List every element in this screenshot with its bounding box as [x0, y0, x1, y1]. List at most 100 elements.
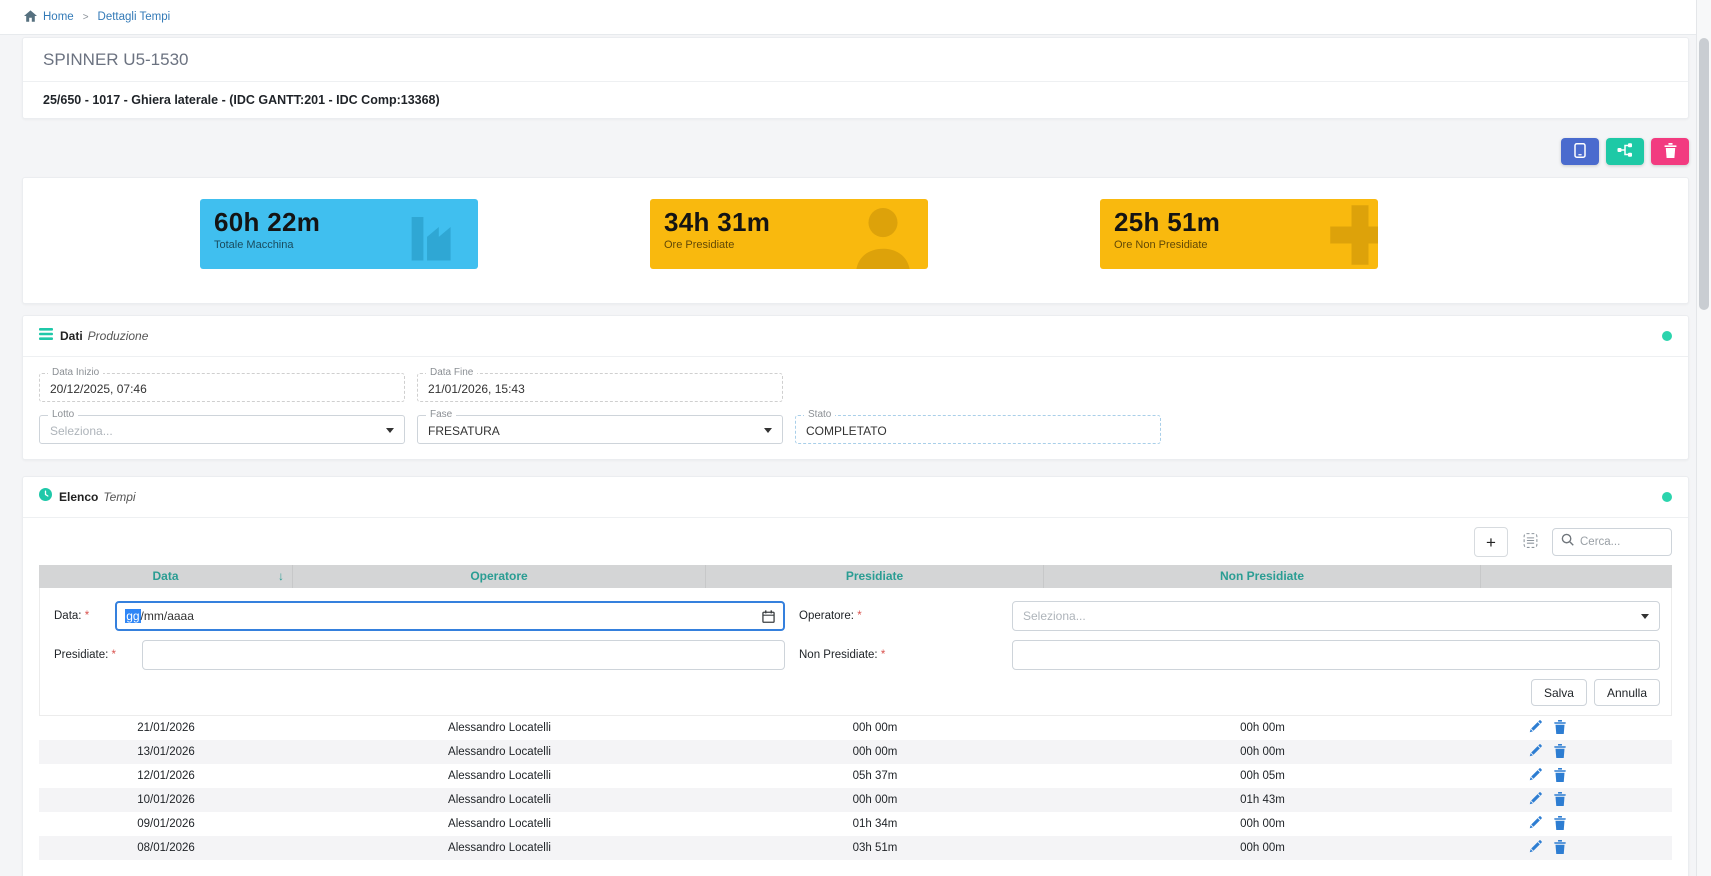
field-label: Stato: [804, 409, 835, 420]
row-operator: Alessandro Locatelli: [293, 794, 706, 806]
edit-row-button[interactable]: [1529, 816, 1542, 832]
column-header-operatore[interactable]: Operatore: [293, 565, 706, 588]
delete-row-button[interactable]: [1554, 744, 1566, 761]
stato-field: Stato COMPLETATO: [795, 415, 1161, 444]
row-non-presidiate: 00h 00m: [1044, 842, 1481, 854]
stat-card-ore-non-presidiate: 25h 51m Ore Non Presidiate: [1100, 199, 1378, 269]
operatore-select[interactable]: Seleziona...: [1012, 601, 1660, 631]
production-panel: Dati Produzione Data Inizio 20/12/2025, …: [22, 315, 1689, 460]
edit-row-button[interactable]: [1529, 720, 1542, 736]
stat-card-totale-macchina: 60h 22m Totale Macchina: [200, 199, 478, 269]
delete-button[interactable]: [1651, 138, 1689, 165]
column-header-data[interactable]: Data ↓: [39, 565, 293, 588]
row-date: 09/01/2026: [39, 818, 293, 830]
section-title: Elenco: [59, 490, 98, 504]
table-row: 21/01/2026 Alessandro Locatelli 00h 00m …: [39, 716, 1672, 740]
row-non-presidiate: 01h 43m: [1044, 794, 1481, 806]
sort-descending-icon[interactable]: ↓: [278, 565, 284, 588]
field-value: Seleziona...: [50, 424, 113, 438]
tablet-icon: [1572, 142, 1588, 162]
row-non-presidiate: 00h 05m: [1044, 770, 1481, 782]
row-non-presidiate: 00h 00m: [1044, 722, 1481, 734]
fase-select[interactable]: Fase FRESATURA: [417, 415, 783, 444]
row-operator: Alessandro Locatelli: [293, 770, 706, 782]
trash-row-icon: [1554, 768, 1566, 785]
tablet-button[interactable]: [1561, 138, 1599, 165]
times-header: Elenco Tempi: [23, 477, 1688, 517]
presidiate-field-label: Presidiate: *: [40, 649, 116, 661]
page-actions: [22, 138, 1689, 165]
edit-row-button[interactable]: [1529, 768, 1542, 784]
times-toolbar: +: [23, 518, 1688, 565]
data-field-label: Data: *: [40, 610, 89, 622]
row-date: 12/01/2026: [39, 770, 293, 782]
row-non-presidiate: 00h 00m: [1044, 746, 1481, 758]
field-label: Fase: [426, 409, 456, 420]
pencil-icon: [1529, 768, 1542, 784]
save-button[interactable]: Salva: [1531, 679, 1587, 706]
times-table-header: Data ↓ Operatore Presidiate Non Presidia…: [39, 565, 1672, 588]
row-operator: Alessandro Locatelli: [293, 746, 706, 758]
delete-row-button[interactable]: [1554, 720, 1566, 737]
delete-row-button[interactable]: [1554, 768, 1566, 785]
edit-row-button[interactable]: [1529, 792, 1542, 808]
trash-row-icon: [1554, 816, 1566, 833]
section-subtitle: Produzione: [88, 329, 149, 343]
time-edit-form: Data: * gg/mm/aaaa Operatore: * Selezion…: [39, 588, 1672, 716]
row-operator: Alessandro Locatelli: [293, 842, 706, 854]
page-title: SPINNER U5-1530: [23, 38, 1688, 81]
factory-icon: [408, 209, 466, 268]
table-row: 09/01/2026 Alessandro Locatelli 01h 34m …: [39, 812, 1672, 836]
field-label: Lotto: [48, 409, 78, 420]
table-row: 08/01/2026 Alessandro Locatelli 03h 51m …: [39, 836, 1672, 860]
chevron-down-icon: [1641, 614, 1649, 619]
scrollbar-thumb[interactable]: [1699, 38, 1709, 310]
pencil-icon: [1529, 720, 1542, 736]
share-button[interactable]: [1606, 138, 1644, 165]
column-header-non-presidiate[interactable]: Non Presidiate: [1044, 565, 1481, 588]
edit-row-button[interactable]: [1529, 840, 1542, 856]
column-header-presidiate[interactable]: Presidiate: [706, 565, 1044, 588]
row-operator: Alessandro Locatelli: [293, 722, 706, 734]
trash-row-icon: [1554, 840, 1566, 857]
list-icon: [39, 327, 53, 345]
row-presidiate: 00h 00m: [706, 746, 1044, 758]
lotto-select[interactable]: Lotto Seleziona...: [39, 415, 405, 444]
delete-row-button[interactable]: [1554, 816, 1566, 833]
production-header: Dati Produzione: [23, 316, 1688, 356]
add-time-button[interactable]: +: [1474, 527, 1508, 557]
date-rest-segment[interactable]: /mm/aaaa: [141, 609, 194, 623]
cancel-button[interactable]: Annulla: [1594, 679, 1660, 706]
row-date: 21/01/2026: [39, 722, 293, 734]
row-presidiate: 05h 37m: [706, 770, 1044, 782]
breadcrumb-current-link[interactable]: Dettagli Tempi: [98, 11, 171, 23]
title-panel: SPINNER U5-1530 25/650 - 1017 - Ghiera l…: [22, 37, 1689, 119]
table-row: 13/01/2026 Alessandro Locatelli 00h 00m …: [39, 740, 1672, 764]
date-day-segment[interactable]: gg: [125, 609, 140, 623]
date-input[interactable]: gg/mm/aaaa: [115, 601, 785, 631]
chevron-down-icon: [386, 428, 394, 433]
chevron-down-icon: [764, 428, 772, 433]
calendar-icon[interactable]: [762, 610, 775, 626]
edit-row-button[interactable]: [1529, 744, 1542, 760]
trash-row-icon: [1554, 792, 1566, 809]
non-presidiate-field-label: Non Presidiate: *: [797, 649, 1012, 661]
trash-icon: [1664, 143, 1677, 161]
row-presidiate: 00h 00m: [706, 794, 1044, 806]
non-presidiate-input[interactable]: [1012, 640, 1660, 670]
delete-row-button[interactable]: [1554, 840, 1566, 857]
presidiate-input[interactable]: [142, 640, 785, 670]
breadcrumb-home-link[interactable]: Home: [24, 10, 74, 25]
page-subtitle: 25/650 - 1017 - Ghiera laterale - (IDC G…: [23, 82, 1688, 118]
breadcrumb-home-label: Home: [43, 11, 74, 23]
export-button[interactable]: [1516, 528, 1544, 556]
operatore-field-label: Operatore: *: [797, 610, 1012, 622]
breadcrumb-separator: >: [83, 12, 89, 23]
delete-row-button[interactable]: [1554, 792, 1566, 809]
pencil-icon: [1529, 792, 1542, 808]
breadcrumb: Home > Dettagli Tempi: [0, 0, 1711, 35]
vertical-scrollbar[interactable]: [1696, 0, 1711, 876]
data-inizio-field: Data Inizio 20/12/2025, 07:46: [39, 373, 405, 402]
section-title: Dati: [60, 329, 83, 343]
search-input[interactable]: [1580, 536, 1663, 548]
